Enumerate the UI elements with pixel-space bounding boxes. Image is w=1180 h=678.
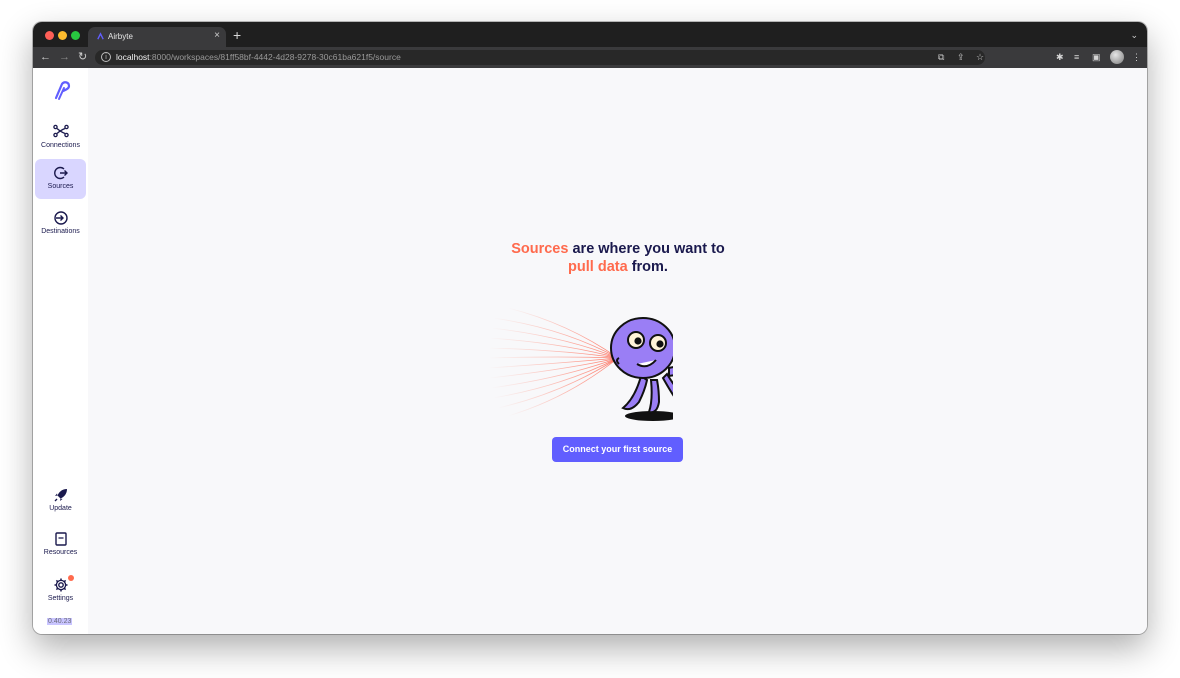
sidebar-item-settings[interactable]: Settings	[35, 571, 86, 611]
connect-first-source-button[interactable]: Connect your first source	[552, 437, 683, 462]
maximize-window-button[interactable]	[71, 31, 80, 40]
sidebar-item-resources[interactable]: Resources	[35, 525, 86, 565]
sidebar-item-connections[interactable]: Connections	[35, 118, 86, 158]
profile-avatar[interactable]	[1110, 50, 1124, 64]
close-window-button[interactable]	[45, 31, 54, 40]
octopus-illustration	[487, 307, 673, 421]
app-version: 0.40.23	[47, 618, 73, 625]
sidebar-item-label: Settings	[47, 595, 74, 602]
browser-tab-strip: Airbyte × + ⌄	[33, 22, 1147, 47]
new-tab-button[interactable]: +	[233, 28, 241, 42]
headline-text-line-2: from.	[627, 259, 668, 275]
url-path: :8000/workspaces/81ff58bf-4442-4d28-9278…	[149, 52, 401, 62]
headline-text-line-1: are where you want to	[568, 241, 725, 257]
airbyte-favicon-icon	[97, 32, 104, 40]
airbyte-logo-icon[interactable]	[50, 80, 72, 102]
sidebar-item-label: Sources	[47, 183, 74, 190]
browser-menu-icon[interactable]: ⋮	[1132, 51, 1141, 63]
reload-icon[interactable]: ↻	[78, 50, 87, 64]
bookmark-star-icon[interactable]: ☆	[976, 52, 984, 63]
tab-close-icon[interactable]: ×	[214, 30, 220, 42]
tab-title: Airbyte	[108, 32, 133, 41]
sidebar-item-update[interactable]: Update	[35, 481, 86, 521]
connections-icon	[53, 124, 69, 138]
extensions-icon[interactable]: ✱	[1056, 51, 1064, 63]
sources-icon	[54, 166, 68, 180]
back-icon[interactable]: ←	[40, 50, 51, 64]
empty-state-headline: Sources are where you want to pull data …	[448, 240, 788, 276]
gear-icon	[54, 578, 68, 592]
suction-rays	[487, 307, 619, 417]
settings-notification-badge	[68, 575, 74, 581]
side-panel-icon[interactable]: ▣	[1092, 51, 1101, 63]
app-sidebar: Connections Sources Destinations Update …	[33, 68, 88, 634]
sidebar-item-label: Resources	[43, 549, 78, 556]
browser-toolbar: ← → ↻ i localhost:8000/workspaces/81ff58…	[33, 47, 1147, 68]
browser-window: Airbyte × + ⌄ ← → ↻ i localhost:8000/wor…	[33, 22, 1147, 634]
reading-list-icon[interactable]: ≡	[1074, 51, 1079, 63]
address-bar[interactable]: i localhost:8000/workspaces/81ff58bf-444…	[95, 50, 985, 65]
headline-accent-sources: Sources	[511, 241, 569, 257]
headline-accent-pull-data: pull data	[568, 259, 628, 275]
sidebar-item-label: Destinations	[41, 228, 80, 235]
share-icon[interactable]: ⇪	[957, 52, 965, 63]
forward-icon[interactable]: →	[59, 50, 70, 64]
sidebar-item-sources[interactable]: Sources	[35, 159, 86, 199]
tab-search-chevron-icon[interactable]: ⌄	[1130, 30, 1138, 41]
site-info-icon[interactable]: i	[101, 52, 111, 62]
url-host: localhost	[116, 52, 150, 62]
screenshot-stage: Airbyte × + ⌄ ← → ↻ i localhost:8000/wor…	[0, 0, 1180, 678]
rocket-icon	[54, 489, 67, 502]
minimize-window-button[interactable]	[58, 31, 67, 40]
main-content: Sources are where you want to pull data …	[88, 68, 1147, 634]
sidebar-item-label: Connections	[41, 142, 80, 149]
address-url[interactable]: localhost:8000/workspaces/81ff58bf-4442-…	[116, 52, 401, 62]
sidebar-item-destinations[interactable]: Destinations	[35, 204, 86, 244]
destinations-icon	[54, 211, 68, 225]
book-icon	[55, 532, 67, 546]
browser-tab[interactable]: Airbyte ×	[88, 27, 226, 47]
sidebar-item-label: Update	[49, 505, 72, 512]
translate-icon[interactable]: ⧉	[938, 52, 944, 63]
